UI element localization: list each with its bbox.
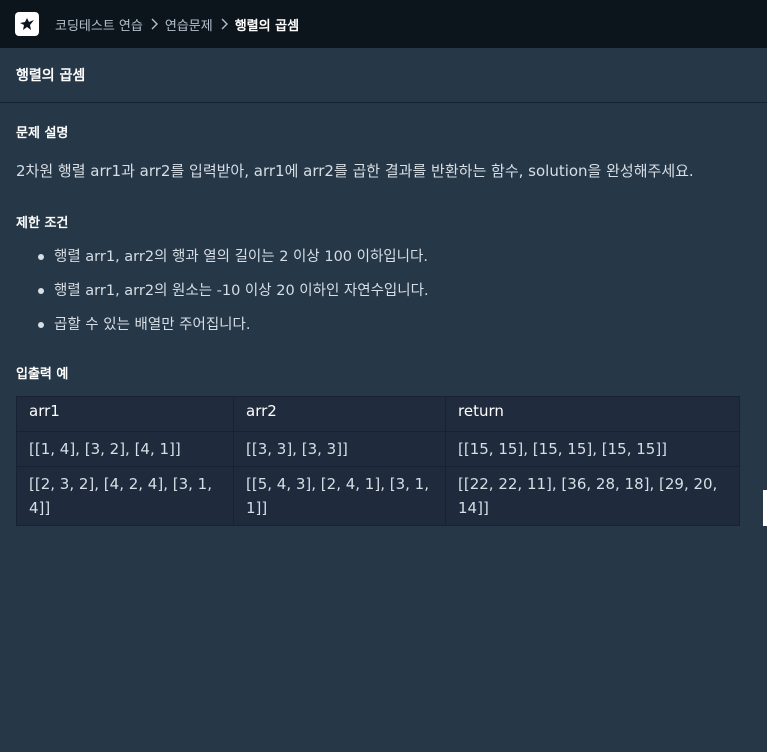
table-cell: [[15, 15], [15, 15], [15, 15]]	[445, 431, 740, 467]
examples-table: arr1 arr2 return [[1, 4], [3, 2], [4, 1]…	[16, 396, 740, 526]
column-header-arr2: arr2	[233, 396, 446, 432]
table-cell: [[3, 3], [3, 3]]	[233, 431, 446, 467]
table-header-row: arr1 arr2 return	[16, 396, 740, 432]
table-row: [[2, 3, 2], [4, 2, 4], [3, 1, 4]] [[5, 4…	[16, 466, 740, 526]
breadcrumb-practice[interactable]: 연습문제	[165, 15, 213, 34]
column-header-arr1: arr1	[16, 396, 234, 432]
table-cell: [[1, 4], [3, 2], [4, 1]]	[16, 431, 234, 467]
chevron-right-icon	[149, 18, 159, 30]
constraints-list: 행렬 arr1, arr2의 행과 열의 길이는 2 이상 100 이하입니다.…	[16, 245, 429, 347]
table-cell: [[22, 22, 11], [36, 28, 18], [29, 20, 14…	[445, 466, 740, 526]
column-header-return: return	[445, 396, 740, 432]
examples-heading: 입출력 예	[16, 367, 69, 382]
breadcrumb-current: 행렬의 곱셈	[234, 18, 300, 34]
breadcrumb-coding-test[interactable]: 코딩테스트 연습	[55, 15, 143, 34]
problem-description-text: 2차원 행렬 arr1과 arr2를 입력받아, arr1에 arr2를 곱한 …	[16, 162, 694, 180]
chevron-right-icon	[219, 18, 229, 30]
list-item: 행렬 arr1, arr2의 행과 열의 길이는 2 이상 100 이하입니다.	[16, 245, 429, 279]
list-item: 곱할 수 있는 배열만 주어집니다.	[16, 313, 429, 347]
top-navigation-bar: 코딩테스트 연습 연습문제 행렬의 곱셈	[0, 0, 767, 48]
list-item: 행렬 arr1, arr2의 원소는 -10 이상 20 이하인 자연수입니다.	[16, 279, 429, 313]
table-row: [[1, 4], [3, 2], [4, 1]] [[3, 3], [3, 3]…	[16, 431, 740, 467]
page-title: 행렬의 곱셈	[0, 48, 767, 103]
table-cell: [[2, 3, 2], [4, 2, 4], [3, 1, 4]]	[16, 466, 234, 526]
programmers-logo-icon[interactable]	[15, 12, 39, 36]
constraints-heading: 제한 조건	[16, 216, 69, 231]
table-cell: [[5, 4, 3], [2, 4, 1], [3, 1, 1]]	[233, 466, 446, 526]
scrollbar-handle[interactable]	[763, 490, 767, 526]
problem-description-heading: 문제 설명	[16, 126, 69, 141]
